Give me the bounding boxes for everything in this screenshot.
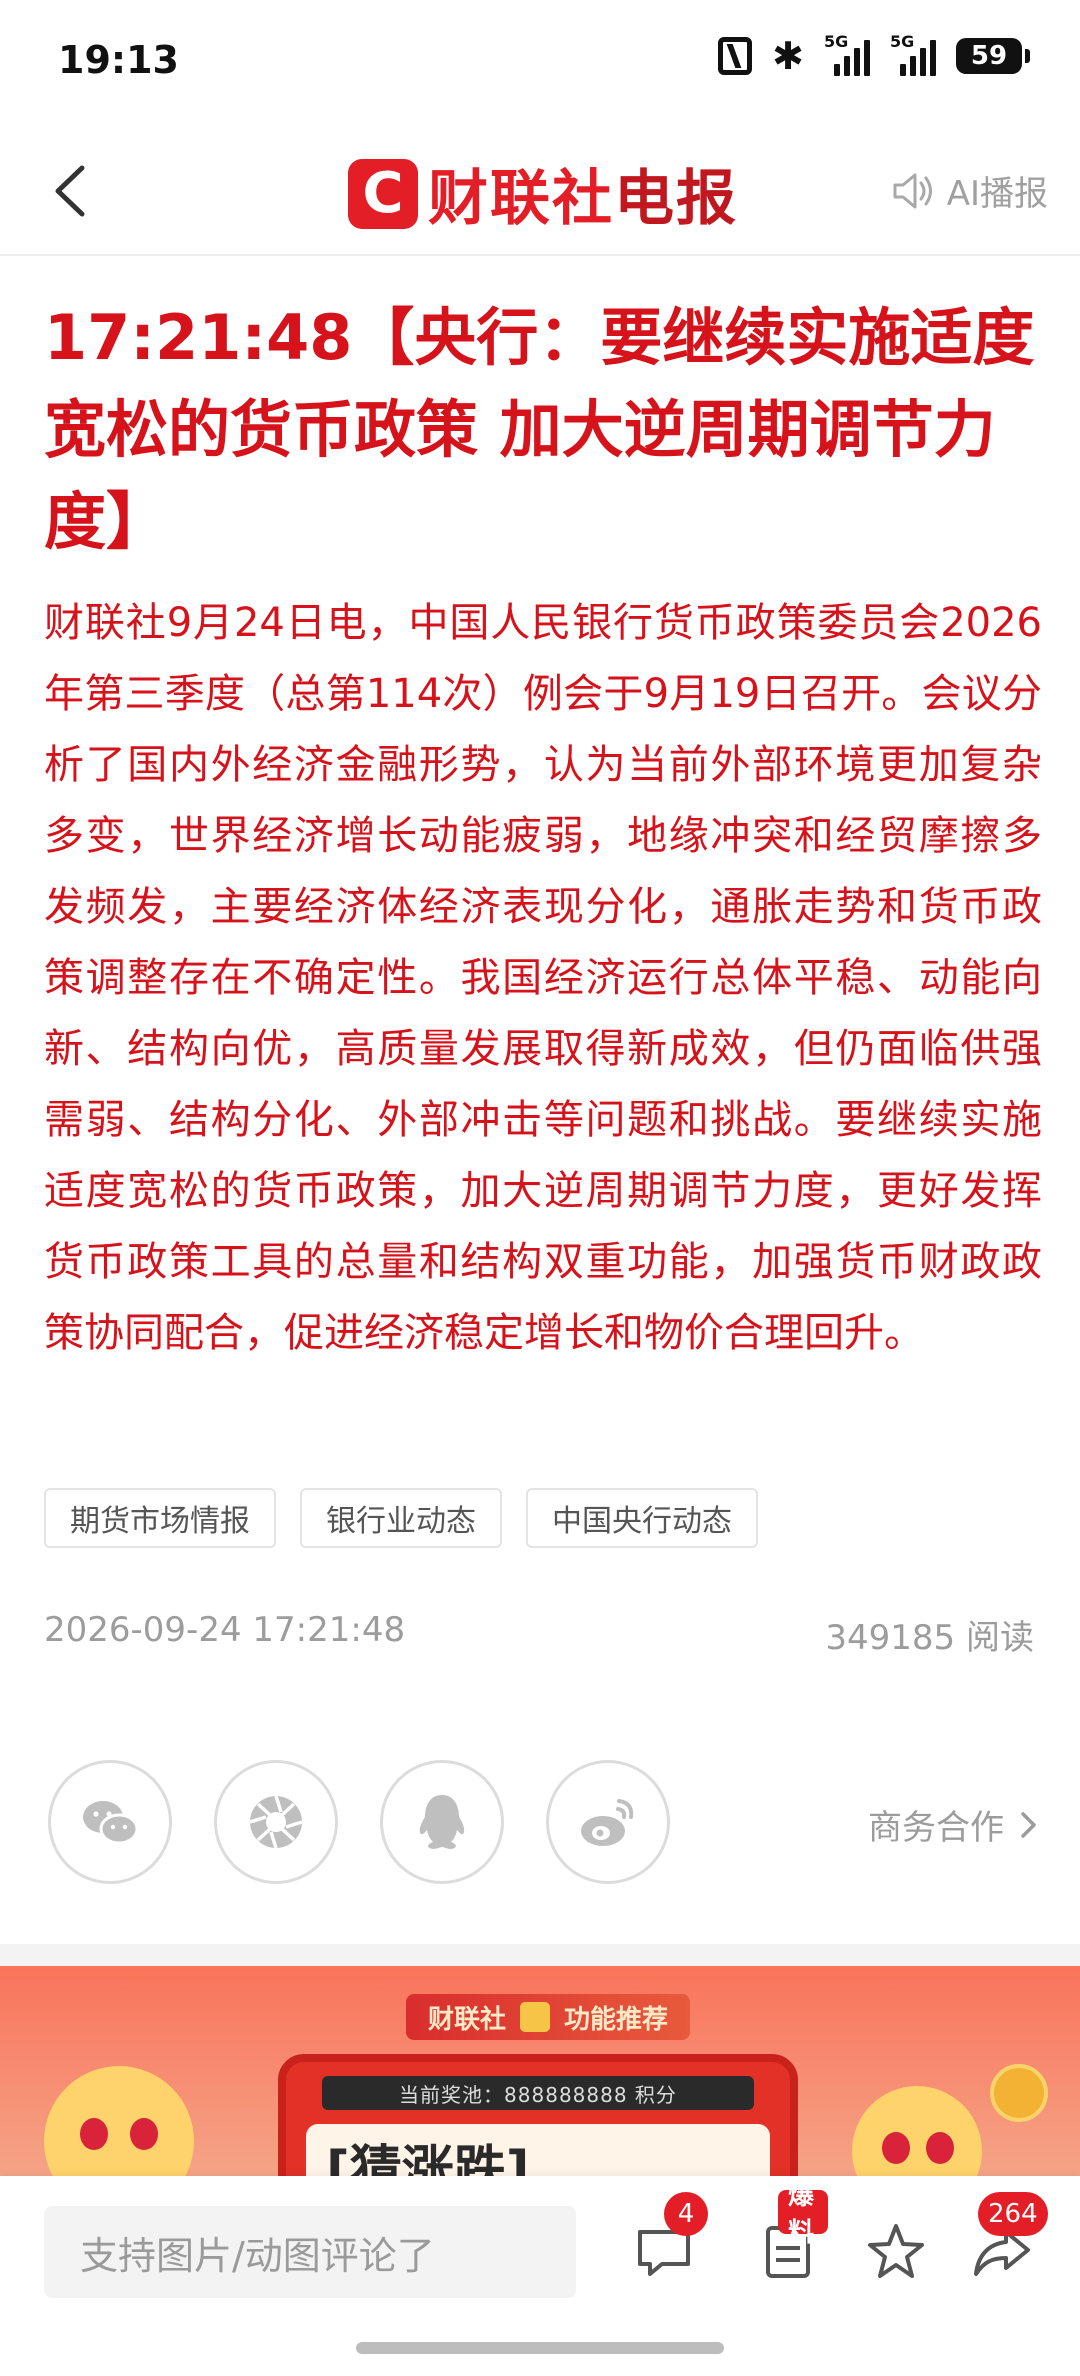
read-count: 349185 阅读 [825,1618,1034,1658]
signal-icon: 5G [890,32,936,76]
logo-text-b: 电报 [614,164,738,234]
share-weibo-button[interactable] [546,1760,670,1884]
business-cooperation-link[interactable]: 商务合作 [868,1800,1040,1849]
article-body: 财联社9月24日电，中国人民银行货币政策委员会2026年第三季度（总第114次）… [44,600,1042,1356]
promo-banner[interactable]: 财联社 功能推荐 当前奖池：888888888 积分 [猜涨跌] [0,1966,1080,2176]
report-button[interactable]: 爆料 [748,2181,828,2290]
status-time: 19:13 [58,38,179,82]
tag-chip[interactable]: 银行业动态 [300,1488,502,1548]
chevron-left-icon [55,165,85,217]
gift-icon [520,2002,551,2032]
home-indicator[interactable] [356,2342,724,2354]
banner-headline: [猜涨跌] [326,2141,530,2176]
chevron-right-icon [1021,1811,1036,1838]
status-bar: 19:13 ✱ 5G 5G 59 [0,0,1080,126]
banner-board: 当前奖池：888888888 积分 [猜涨跌] [278,2054,798,2176]
coin-icon [990,2064,1048,2122]
share-count-badge: 264 [978,2192,1048,2236]
logo-text-a: 财联社 [428,164,614,234]
mascot-icon [852,2086,982,2176]
banner-brand: 财联社 [428,2004,507,2035]
prize-pool: 当前奖池：888888888 积分 [322,2076,754,2110]
comments-button[interactable]: 4 [624,2192,708,2290]
star-icon [868,2224,924,2278]
weibo-icon [581,1799,634,1846]
network-label: 5G [890,32,915,51]
ai-broadcast-button[interactable]: AI播报 [889,166,1048,215]
bottom-action-bar: 支持图片/动图评论了 4 爆料 264 [0,2176,1080,2376]
ai-broadcast-label: AI播报 [946,174,1048,214]
favorite-button[interactable] [856,2210,936,2290]
share-wechat-button[interactable] [48,1760,172,1884]
tag-chip[interactable]: 期货市场情报 [44,1488,276,1548]
status-icons: ✱ 5G 5G 59 [718,32,1030,78]
share-moments-button[interactable] [214,1760,338,1884]
share-row [48,1760,670,1884]
app-logo: C 财联社电报 [348,150,738,237]
share-button[interactable]: 264 [962,2192,1048,2290]
top-nav: C 财联社电报 AI播报 [0,126,1080,256]
publish-date: 2026-09-24 17:21:48 [44,1610,406,1650]
nfc-icon [718,37,753,75]
wechat-icon [83,1801,139,1845]
business-cooperation-label: 商务合作 [868,1808,1004,1848]
bluetooth-icon: ✱ [772,34,804,78]
section-divider [0,1944,1080,1966]
speaker-icon [893,173,932,208]
qq-icon [419,1795,465,1849]
banner-header: 财联社 功能推荐 [406,1994,691,2040]
banner-feature: 功能推荐 [564,2004,669,2035]
report-badge: 爆料 [778,2181,828,2248]
article-title: 17:21:48【央行：要继续实施适度宽松的货币政策 加大逆周期调节力度】 [44,301,1035,558]
network-label: 5G [824,32,849,51]
signal-icon: 5G [824,32,870,76]
logo-text: 财联社电报 [428,150,738,237]
comment-input[interactable]: 支持图片/动图评论了 [44,2206,576,2298]
comment-count-badge: 4 [664,2192,708,2236]
tag-list: 期货市场情报 银行业动态 中国央行动态 [44,1488,758,1548]
mascot-icon [44,2066,194,2176]
share-qq-button[interactable] [380,1760,504,1884]
battery-icon: 59 [956,38,1030,74]
moments-icon [249,1795,303,1849]
tag-chip[interactable]: 中国央行动态 [526,1488,758,1548]
logo-icon: C [348,158,418,229]
back-button[interactable] [36,156,106,226]
